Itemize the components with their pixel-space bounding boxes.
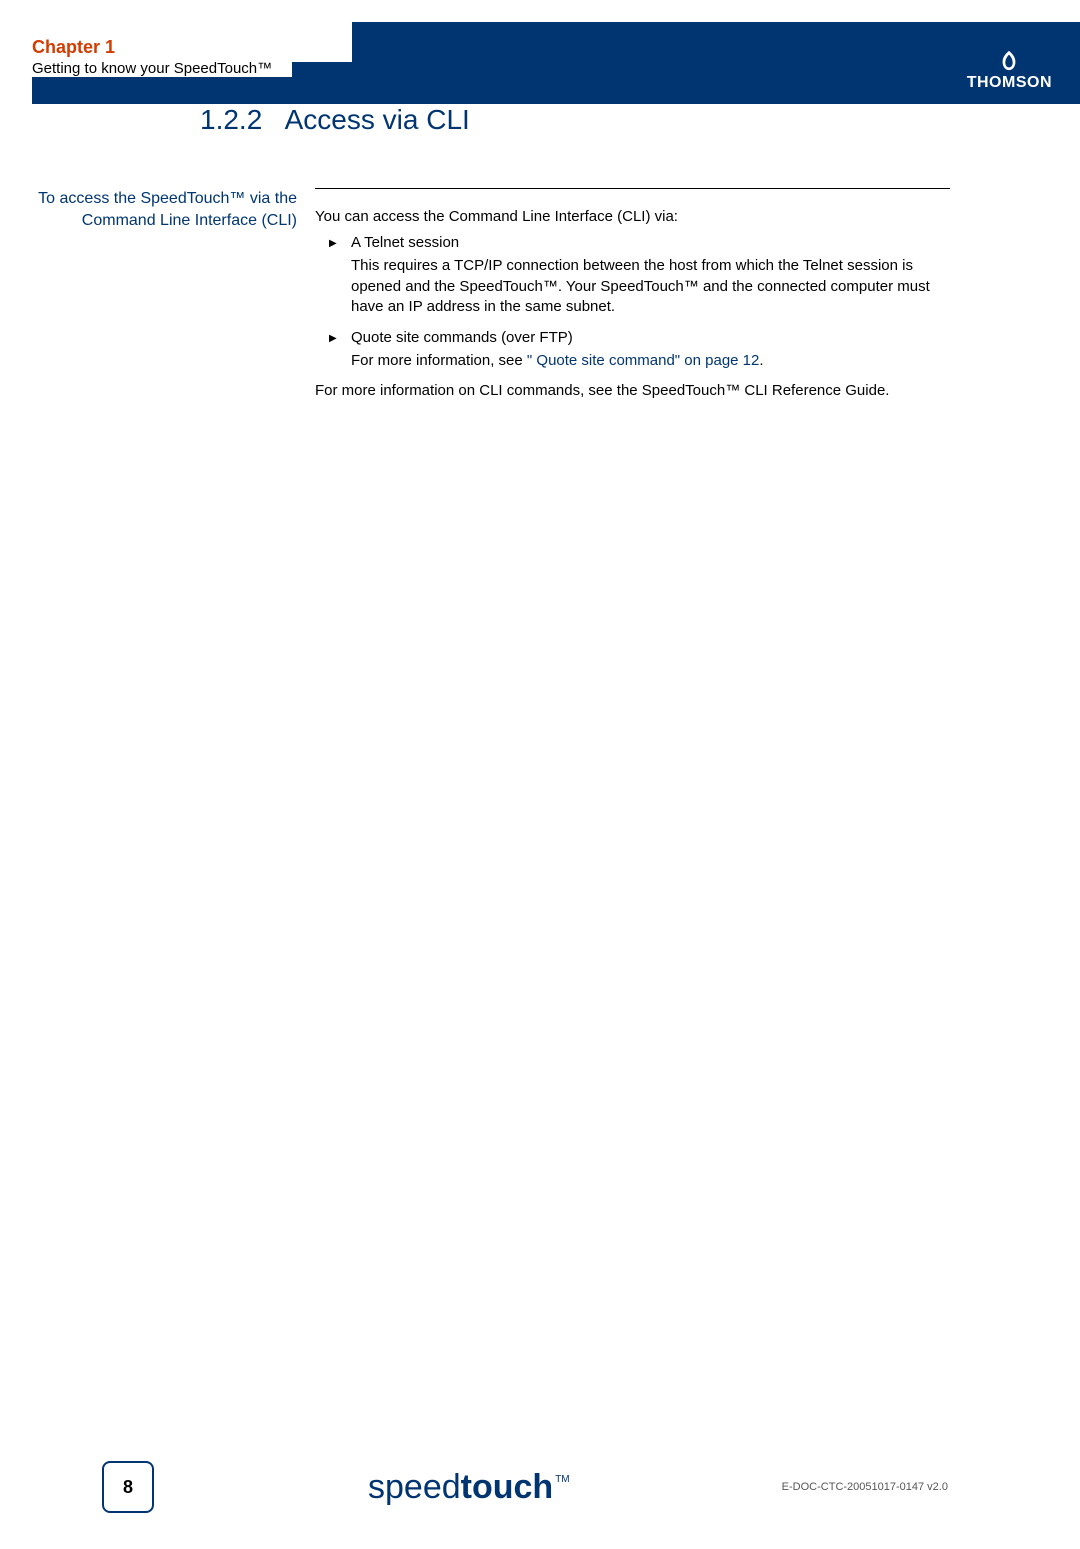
cross-reference-link[interactable]: " Quote site command" on page 12	[527, 352, 759, 369]
thomson-logo: THOMSON	[967, 50, 1052, 92]
thomson-text: THOMSON	[967, 74, 1052, 92]
section-title: Access via CLI	[285, 104, 470, 135]
outro-paragraph: For more information on CLI commands, se…	[315, 381, 950, 401]
side-heading: To access the SpeedTouch™ via the Comman…	[0, 188, 297, 231]
page-number-box: 8	[102, 1461, 154, 1513]
chapter-subtitle: Getting to know your SpeedTouch™	[32, 60, 292, 77]
logo-tm: TM	[555, 1474, 569, 1485]
thomson-icon	[998, 50, 1020, 72]
footer: 8 speedtouchTM E-DOC-CTC-20051017-0147 v…	[32, 1457, 1048, 1517]
section-number: 1.2.2	[200, 104, 262, 135]
list-item: Quote site commands (over FTP) For more …	[315, 328, 950, 371]
list-item-title: A Telnet session	[351, 233, 950, 254]
side-column: To access the SpeedTouch™ via the Comman…	[0, 188, 315, 408]
intro-paragraph: You can access the Command Line Interfac…	[315, 207, 950, 227]
list-item-body: For more information, see " Quote site c…	[351, 351, 950, 372]
list-item-title: Quote site commands (over FTP)	[351, 328, 950, 349]
logo-bold: touch	[461, 1468, 554, 1506]
chapter-label: Chapter 1	[32, 22, 352, 62]
main-content: To access the SpeedTouch™ via the Comman…	[0, 188, 1080, 408]
more-info-prefix: For more information, see	[351, 352, 527, 369]
bullet-list: A Telnet session This requires a TCP/IP …	[315, 233, 950, 371]
content-column: You can access the Command Line Interfac…	[315, 188, 1080, 408]
header-bar: Chapter 1 Getting to know your SpeedTouc…	[32, 22, 1080, 104]
logo-prefix: speed	[368, 1468, 461, 1506]
more-info-suffix: .	[759, 352, 763, 369]
document-id: E-DOC-CTC-20051017-0147 v2.0	[782, 1481, 948, 1493]
list-item: A Telnet session This requires a TCP/IP …	[315, 233, 950, 318]
section-title-row: 1.2.2 Access via CLI	[200, 104, 1080, 136]
divider	[315, 188, 950, 189]
page-number: 8	[123, 1477, 133, 1498]
speedtouch-logo: speedtouchTM	[368, 1468, 568, 1507]
list-item-body: This requires a TCP/IP connection betwee…	[351, 256, 950, 318]
